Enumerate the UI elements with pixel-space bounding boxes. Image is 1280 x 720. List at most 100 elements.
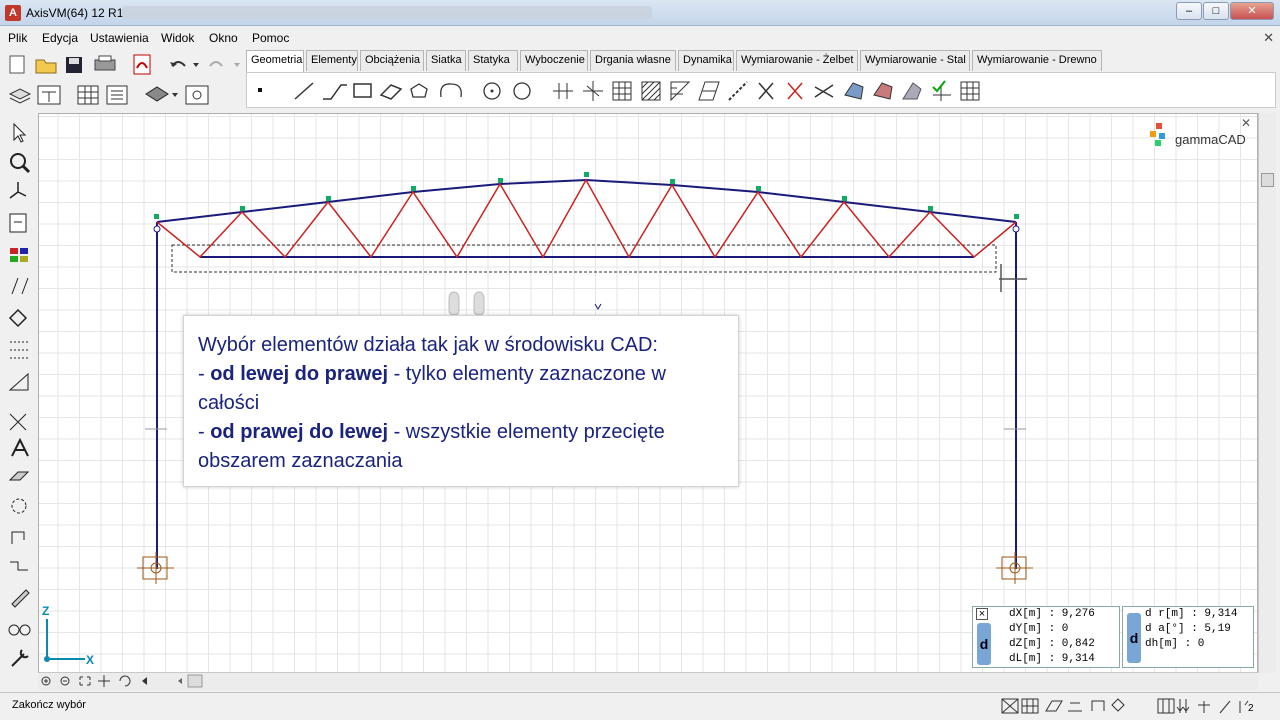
- select-arrow-icon[interactable]: [13, 122, 27, 143]
- open-folder-icon[interactable]: [35, 59, 57, 74]
- status-pin-icon[interactable]: [1198, 701, 1210, 713]
- tab-wyboczenie[interactable]: Wyboczenie: [520, 50, 588, 71]
- status-mesh-icon[interactable]: [1021, 698, 1039, 714]
- menu-plik[interactable]: Plik: [8, 31, 27, 45]
- tab-obciazenia[interactable]: Obciążenia: [360, 50, 424, 71]
- new-file-icon[interactable]: [9, 55, 25, 74]
- minimize-button[interactable]: –: [1176, 2, 1202, 20]
- zoom-icon[interactable]: [10, 153, 31, 174]
- scroll-left-icon[interactable]: [178, 678, 182, 684]
- wrench-icon[interactable]: [11, 649, 29, 667]
- diagonal-grid-icon[interactable]: [641, 81, 661, 101]
- status-local-icon[interactable]: [1068, 702, 1082, 712]
- display-options-icon[interactable]: [185, 85, 209, 105]
- undo-icon[interactable]: [170, 61, 186, 67]
- print-icon[interactable]: [94, 55, 116, 71]
- tab-dynamika[interactable]: Dynamika: [678, 50, 734, 71]
- tab-wymiarowanie-stal[interactable]: Wymiarowanie - Stal: [860, 50, 970, 71]
- menu-pomoc[interactable]: Pomoc: [252, 31, 289, 45]
- previous-view-icon[interactable]: [142, 677, 147, 685]
- cross-select-icon[interactable]: [9, 413, 27, 431]
- grid-division-icon[interactable]: [612, 81, 632, 101]
- mesh-icon[interactable]: [960, 81, 980, 101]
- edit-icon[interactable]: [11, 531, 25, 544]
- intersect-icon[interactable]: [758, 82, 774, 100]
- status-grid2-icon[interactable]: [1157, 698, 1175, 714]
- rectangle-tool-icon[interactable]: [353, 83, 372, 98]
- polygon-tool-icon[interactable]: [410, 83, 428, 98]
- table-icon[interactable]: [77, 85, 99, 105]
- report-icon[interactable]: [106, 85, 128, 105]
- menu-widok[interactable]: Widok: [161, 31, 194, 45]
- surface-icon[interactable]: [902, 82, 922, 100]
- polyline-tool-icon[interactable]: [323, 84, 347, 100]
- pencil-icon[interactable]: [11, 589, 30, 608]
- rotated-rectangle-icon[interactable]: [379, 84, 403, 100]
- status-level-icon[interactable]: 2: [1239, 700, 1254, 714]
- intersect-red-icon[interactable]: [787, 82, 803, 100]
- tab-elementy[interactable]: Elementy: [306, 50, 358, 71]
- tab-statyka[interactable]: Statyka: [468, 50, 518, 71]
- close-button[interactable]: ✕: [1230, 2, 1274, 20]
- status-frame-icon[interactable]: [1091, 700, 1105, 711]
- vertical-scroll-thumb[interactable]: [1261, 173, 1274, 187]
- units-icon[interactable]: [37, 85, 61, 105]
- triangle-grid-icon[interactable]: [670, 81, 691, 102]
- text-label-icon[interactable]: [11, 437, 29, 457]
- node-snap-icon[interactable]: [8, 308, 28, 328]
- circle-3pt-icon[interactable]: [513, 82, 531, 100]
- zoom-fit-icon[interactable]: [79, 676, 91, 686]
- top-chord[interactable]: [156, 178, 1017, 223]
- layer-dropdown-icon[interactable]: [172, 93, 178, 97]
- redo-dropdown-icon[interactable]: [234, 63, 240, 67]
- menu-okno[interactable]: Okno: [209, 31, 238, 45]
- rotate-view-icon[interactable]: [119, 675, 131, 687]
- coords-close-icon[interactable]: ×: [976, 608, 988, 620]
- glasses-icon[interactable]: [8, 624, 31, 636]
- arc-polygon-icon[interactable]: [440, 83, 462, 98]
- zoom-in-icon[interactable]: [41, 676, 51, 686]
- canvas-close-icon[interactable]: ✕: [1241, 116, 1251, 130]
- tab-siatka[interactable]: Siatka: [426, 50, 466, 71]
- check-grid-icon[interactable]: [932, 80, 951, 101]
- vertical-scrollbar[interactable]: [1258, 113, 1276, 673]
- offset-icon[interactable]: [10, 561, 28, 571]
- dotted-line-icon[interactable]: [728, 81, 748, 101]
- save-icon[interactable]: [66, 57, 82, 73]
- vertical-division-icon[interactable]: [583, 81, 603, 101]
- status-grid-icon[interactable]: [1001, 698, 1019, 714]
- measure-icon[interactable]: [8, 372, 29, 391]
- mdi-close-icon[interactable]: ✕: [1263, 30, 1274, 46]
- status-align-icon[interactable]: [1176, 699, 1190, 713]
- color-layers-icon[interactable]: [10, 248, 28, 262]
- menu-edycja[interactable]: Edycja: [42, 31, 78, 45]
- tab-geometria[interactable]: Geometria: [246, 50, 304, 72]
- pdf-icon[interactable]: [133, 54, 151, 75]
- dimension-icon[interactable]: [11, 277, 29, 295]
- status-snap-icon[interactable]: [1111, 698, 1125, 712]
- tab-drgania-wlasne[interactable]: Drgania własne: [590, 50, 676, 71]
- view-icon[interactable]: [9, 213, 27, 233]
- menu-ustawienia[interactable]: Ustawienia: [90, 31, 149, 45]
- undo-dropdown-icon[interactable]: [193, 63, 199, 67]
- node-tool-icon[interactable]: [258, 88, 262, 92]
- extrude-red-icon[interactable]: [873, 82, 893, 100]
- surface-plane-icon[interactable]: [8, 471, 30, 481]
- horizontal-scrollbar[interactable]: [38, 672, 1258, 690]
- status-measure-icon[interactable]: [1219, 700, 1231, 714]
- rotate-icon[interactable]: [11, 498, 27, 514]
- horizontal-division-icon[interactable]: [553, 83, 573, 99]
- pan-icon[interactable]: [98, 675, 110, 687]
- distribute-icon[interactable]: [10, 341, 28, 359]
- status-workplane-icon[interactable]: [1045, 700, 1063, 712]
- maximize-button[interactable]: □: [1203, 2, 1229, 20]
- tab-wymiarowanie-drewno[interactable]: Wymiarowanie - Drewno: [972, 50, 1102, 71]
- skewed-grid-icon[interactable]: [698, 81, 720, 101]
- layer-manager-icon[interactable]: [145, 86, 169, 102]
- line-tool-icon[interactable]: [294, 82, 314, 100]
- redo-icon[interactable]: [209, 61, 223, 67]
- extrude-icon[interactable]: [844, 82, 864, 100]
- intersect-line-icon[interactable]: [814, 84, 834, 98]
- zoom-out-icon[interactable]: [60, 676, 70, 686]
- circle-tool-icon[interactable]: [483, 82, 501, 100]
